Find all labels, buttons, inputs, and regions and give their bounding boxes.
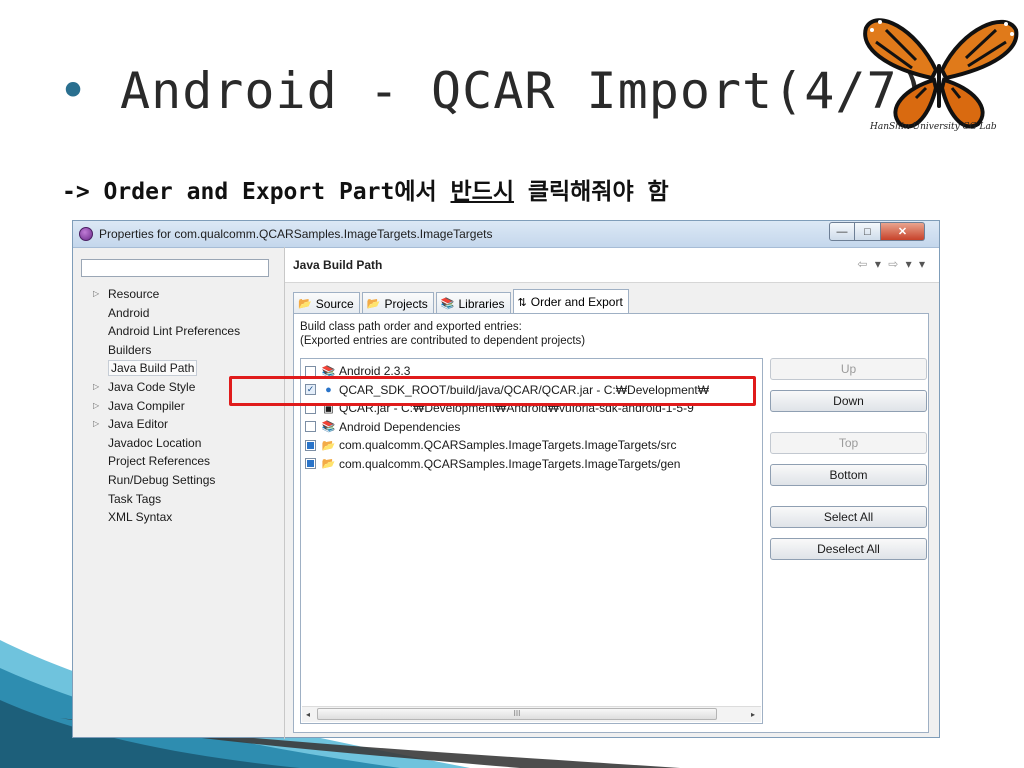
tree-item[interactable]: Task Tags <box>81 490 240 509</box>
property-pages-pane: ▷ Resource Android Android Lint Preferences… <box>77 251 280 721</box>
source-folder-icon: 📂 <box>321 439 336 452</box>
scroll-right-icon[interactable]: ▸ <box>751 710 761 719</box>
tree-item-label: Resource <box>108 287 160 301</box>
tree-item-label: Java Build Path <box>108 360 198 377</box>
tree-item-label: Java Compiler <box>108 398 185 413</box>
deselect-all-button[interactable]: Deselect All <box>770 538 927 560</box>
library-icon: 📚 <box>321 421 336 434</box>
filter-input[interactable] <box>81 259 269 277</box>
top-button[interactable]: Top <box>770 432 927 454</box>
close-button[interactable]: ✕ <box>881 222 925 241</box>
tree-item[interactable]: Android Lint Preferences <box>81 322 240 341</box>
subtitle-suffix: 클릭해줘야 함 <box>513 179 669 205</box>
tree-item-label: Java Code Style <box>108 379 196 394</box>
description-line-2: (Exported entries are contributed to dep… <box>300 335 586 347</box>
tree-item[interactable]: ▷ Java Code Style <box>81 378 240 397</box>
history-nav: ⇦ ▾ ⇨ ▾ ▾ <box>857 257 927 271</box>
dialog-title: Properties for com.qualcomm.QCARSamples.… <box>99 227 493 241</box>
tree-item[interactable]: ▷ Resource <box>81 285 240 304</box>
slide-subtitle: -> Order and Export Part에서 반드시 클릭해줘야 함 <box>62 172 669 206</box>
entry-label: com.qualcomm.QCARSamples.ImageTargets.Im… <box>339 456 681 471</box>
tree-item[interactable]: Project References <box>81 452 240 471</box>
tree-item[interactable]: Builders <box>81 341 240 360</box>
tree-item[interactable]: ▷ Java Editor <box>81 415 240 434</box>
page-title: Java Build Path <box>293 258 383 272</box>
scroll-left-icon[interactable]: ◂ <box>302 710 310 719</box>
property-pages-tree: ▷ Resource Android Android Lint Preferences… <box>81 285 240 527</box>
order-export-icon: ⇅ <box>517 296 527 309</box>
export-checkbox[interactable] <box>305 421 316 433</box>
window-controls: — □ ✕ <box>829 222 925 241</box>
description-line-1: Build class path order and exported entr… <box>300 321 522 333</box>
up-button[interactable]: Up <box>770 358 927 380</box>
tab-order-and-export[interactable]: ⇅ Order and Export <box>512 289 629 314</box>
export-checkbox[interactable] <box>305 439 316 451</box>
tab-label: Order and Export <box>530 295 623 309</box>
tree-item-label: Android <box>108 305 150 320</box>
expand-arrow-icon[interactable]: ▷ <box>93 415 99 433</box>
tree-item-label: Project References <box>108 454 211 469</box>
tree-item-label: Android Lint Preferences <box>108 324 241 339</box>
classpath-entry[interactable]: 📚 Android Dependencies <box>301 418 762 437</box>
forward-arrow-icon[interactable]: ⇨ <box>888 257 900 271</box>
title-bullet: • <box>58 62 90 120</box>
subtitle-emphasis: 반드시 <box>450 179 514 205</box>
tab-libraries[interactable]: 📚 Libraries <box>435 292 511 314</box>
tree-item[interactable]: Android <box>81 304 240 323</box>
tree-item-label: Javadoc Location <box>108 435 202 450</box>
expand-arrow-icon[interactable]: ▷ <box>93 378 99 396</box>
classpath-entry[interactable]: 📂 com.qualcomm.QCARSamples.ImageTargets.I… <box>301 436 762 455</box>
view-menu-chevron-icon[interactable]: ▾ <box>919 257 927 271</box>
build-path-tabs: 📂 Source 📂 Projects 📚 Libraries ⇅ Order and Exp… <box>293 289 631 314</box>
tab-label: Source <box>315 296 354 311</box>
tree-item[interactable]: ▷ Java Compiler <box>81 397 240 416</box>
tab-projects[interactable]: 📂 Projects <box>361 292 434 314</box>
expand-arrow-icon[interactable]: ▷ <box>93 285 99 303</box>
bottom-button[interactable]: Bottom <box>770 464 927 486</box>
tree-item[interactable]: XML Syntax <box>81 508 240 527</box>
java-build-path-page: Java Build Path ⇦ ▾ ⇨ ▾ ▾ 📂 Source 📂 Projec… <box>285 248 939 736</box>
dialog-titlebar[interactable]: Properties for com.qualcomm.QCARSamples.… <box>73 221 939 248</box>
tree-item-label: XML Syntax <box>108 510 173 525</box>
tab-label: Libraries <box>458 296 505 311</box>
slide-title: • Android - QCAR Import(4/7) <box>58 62 929 120</box>
tree-item-label: Builders <box>108 342 152 357</box>
tree-item-label: Run/Debug Settings <box>108 472 216 487</box>
projects-folder-icon: 📂 <box>366 298 381 310</box>
select-all-button[interactable]: Select All <box>770 506 927 528</box>
eclipse-icon <box>79 227 93 241</box>
classpath-entry[interactable]: 📂 com.qualcomm.QCARSamples.ImageTargets.I… <box>301 455 762 474</box>
subtitle-prefix: -> Order and Export Part에서 <box>62 179 451 205</box>
source-folder-icon: 📂 <box>298 298 312 310</box>
expand-arrow-icon[interactable]: ▷ <box>93 397 99 415</box>
tab-source[interactable]: 📂 Source <box>293 292 360 314</box>
order-export-description: Build class path order and exported entr… <box>300 320 585 348</box>
down-button[interactable]: Down <box>770 390 927 412</box>
tree-item[interactable]: Java Build Path <box>81 359 240 378</box>
back-menu-chevron-icon[interactable]: ▾ <box>875 257 883 271</box>
classpath-entries-list[interactable]: 📚 Android 2.3.3 ✓ ● QCAR_SDK_ROOT/build/java… <box>300 358 763 724</box>
title-text: Android - QCAR Import(4/7) <box>120 62 929 120</box>
entry-label: Android Dependencies <box>339 419 461 434</box>
tree-item[interactable]: Javadoc Location <box>81 434 240 453</box>
export-checkbox[interactable] <box>305 458 316 470</box>
tree-item-label: Java Editor <box>108 417 169 432</box>
logo-caption: HanShin University CG Lab <box>870 122 997 132</box>
tree-item-label: Task Tags <box>108 491 162 506</box>
minimize-button[interactable]: — <box>829 222 855 241</box>
back-arrow-icon[interactable]: ⇦ <box>857 257 869 271</box>
scroll-thumb[interactable]: III <box>317 708 717 720</box>
horizontal-scrollbar[interactable]: ◂ III ▸ <box>302 706 761 722</box>
butterfly-logo <box>863 18 1019 129</box>
maximize-button[interactable]: □ <box>855 222 881 241</box>
properties-dialog: Properties for com.qualcomm.QCARSamples.… <box>72 220 940 739</box>
forward-menu-chevron-icon[interactable]: ▾ <box>906 257 914 271</box>
libraries-icon: 📚 <box>440 298 455 310</box>
page-header: Java Build Path ⇦ ▾ ⇨ ▾ ▾ <box>285 248 939 283</box>
entry-label: com.qualcomm.QCARSamples.ImageTargets.Im… <box>339 438 677 453</box>
tab-label: Projects <box>384 296 428 311</box>
source-folder-icon: 📂 <box>321 458 336 471</box>
tree-item[interactable]: Run/Debug Settings <box>81 471 240 490</box>
qcar-jar-highlight-box <box>229 376 756 406</box>
